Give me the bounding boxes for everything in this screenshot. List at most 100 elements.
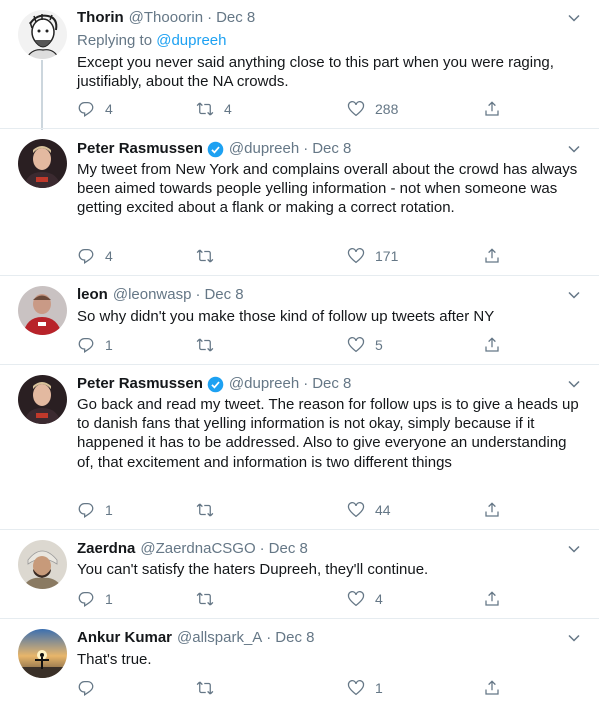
- user-handle[interactable]: @dupreeh: [229, 374, 299, 394]
- display-name[interactable]: Peter Rasmussen: [77, 374, 203, 394]
- avatar[interactable]: [18, 540, 67, 589]
- like-button[interactable]: 5: [347, 334, 383, 356]
- retweet-icon: [196, 503, 214, 517]
- retweet-button[interactable]: [196, 245, 224, 267]
- tweet-date[interactable]: Dec 8: [204, 285, 243, 305]
- replying-to: Replying to @dupreeh: [77, 31, 227, 51]
- thread-line: [41, 60, 43, 130]
- replying-to-mention[interactable]: @dupreeh: [156, 32, 226, 49]
- tweet-date[interactable]: Dec 8: [216, 8, 255, 28]
- tweet-actions: 1 44: [77, 499, 517, 521]
- display-name[interactable]: Ankur Kumar: [77, 628, 172, 648]
- reply-button[interactable]: 1: [77, 588, 113, 610]
- reply-button[interactable]: 4: [77, 98, 113, 120]
- heart-icon: [347, 248, 365, 264]
- tweet-text: So why didn't you make those kind of fol…: [77, 308, 495, 325]
- user-handle[interactable]: @dupreeh: [229, 139, 299, 159]
- tweet-text: Go back and read my tweet. The reason fo…: [77, 396, 579, 471]
- share-button[interactable]: [483, 334, 501, 356]
- chevron-down-icon[interactable]: [567, 11, 581, 25]
- chevron-down-icon[interactable]: [567, 142, 581, 156]
- verified-badge-icon: [207, 376, 224, 393]
- like-button[interactable]: 171: [347, 245, 398, 267]
- retweet-icon: [196, 249, 214, 263]
- tweet-actions: 4 4 288: [77, 98, 517, 120]
- like-count: 44: [375, 502, 391, 518]
- reply-icon: [78, 337, 94, 353]
- share-button[interactable]: [483, 677, 501, 699]
- like-button[interactable]: 44: [347, 499, 391, 521]
- display-name[interactable]: Thorin: [77, 8, 124, 28]
- like-button[interactable]: 1: [347, 677, 383, 699]
- chevron-down-icon[interactable]: [567, 631, 581, 645]
- reply-icon: [78, 248, 94, 264]
- chevron-down-icon[interactable]: [567, 542, 581, 556]
- display-name[interactable]: Zaerdna: [77, 539, 135, 559]
- tweet-text: My tweet from New York and complains ove…: [77, 161, 578, 217]
- like-button[interactable]: 4: [347, 588, 383, 610]
- retweet-button[interactable]: [196, 499, 224, 521]
- share-button[interactable]: [483, 245, 501, 267]
- reply-count: 1: [105, 502, 113, 518]
- tweet-header: Zaerdna @ZaerdnaCSGO · Dec 8: [77, 539, 308, 559]
- tweet-text: You can't satisfy the haters Dupreeh, th…: [77, 561, 429, 578]
- user-handle[interactable]: @leonwasp: [113, 285, 192, 305]
- tweet[interactable]: Thorin @Thooorin · Dec 8 Replying to @du…: [0, 0, 599, 130]
- tweet[interactable]: leon @leonwasp · Dec 8 So why didn't you…: [0, 276, 599, 365]
- reply-count: 1: [105, 337, 113, 353]
- share-button[interactable]: [483, 98, 501, 120]
- separator-dot: ·: [303, 140, 309, 157]
- tweet-actions: 4 171: [77, 245, 517, 267]
- retweet-button[interactable]: 4: [196, 98, 232, 120]
- reply-button[interactable]: 1: [77, 499, 113, 521]
- reply-icon: [78, 101, 94, 117]
- tweet[interactable]: Peter Rasmussen @dupreeh · Dec 8 Go back…: [0, 365, 599, 530]
- like-count: 4: [375, 591, 383, 607]
- heart-icon: [347, 337, 365, 353]
- tweet[interactable]: Peter Rasmussen @dupreeh · Dec 8 My twee…: [0, 129, 599, 276]
- avatar[interactable]: [18, 629, 67, 678]
- reply-icon: [78, 680, 94, 696]
- reply-button[interactable]: 4: [77, 245, 113, 267]
- tweet-header: Thorin @Thooorin · Dec 8: [77, 8, 255, 28]
- reply-button[interactable]: 1: [77, 334, 113, 356]
- tweet-text: That's true.: [77, 651, 152, 668]
- tweet-date[interactable]: Dec 8: [269, 539, 308, 559]
- tweet[interactable]: Zaerdna @ZaerdnaCSGO · Dec 8 You can't s…: [0, 530, 599, 619]
- avatar[interactable]: [18, 286, 67, 335]
- retweet-count: 4: [224, 101, 232, 117]
- user-handle[interactable]: @ZaerdnaCSGO: [140, 539, 255, 559]
- display-name[interactable]: leon: [77, 285, 108, 305]
- tweet[interactable]: Ankur Kumar @allspark_A · Dec 8 That's t…: [0, 619, 599, 707]
- like-count: 288: [375, 101, 399, 117]
- like-count: 171: [375, 248, 399, 264]
- tweet-date[interactable]: Dec 8: [312, 139, 351, 159]
- reply-count: 4: [105, 248, 113, 264]
- chevron-down-icon[interactable]: [567, 377, 581, 391]
- share-button[interactable]: [483, 588, 501, 610]
- chevron-down-icon[interactable]: [567, 288, 581, 302]
- retweet-button[interactable]: [196, 334, 224, 356]
- retweet-button[interactable]: [196, 588, 224, 610]
- heart-icon: [347, 591, 365, 607]
- share-button[interactable]: [483, 499, 501, 521]
- like-button[interactable]: 288: [347, 98, 398, 120]
- user-handle[interactable]: @allspark_A: [177, 628, 262, 648]
- reply-count: 1: [105, 591, 113, 607]
- user-handle[interactable]: @Thooorin: [129, 8, 203, 28]
- avatar[interactable]: [18, 139, 67, 188]
- tweet-header: Peter Rasmussen @dupreeh · Dec 8: [77, 374, 351, 394]
- reply-button[interactable]: [77, 677, 105, 699]
- avatar[interactable]: [18, 375, 67, 424]
- retweet-icon: [196, 592, 214, 606]
- tweet-date[interactable]: Dec 8: [275, 628, 314, 648]
- display-name[interactable]: Peter Rasmussen: [77, 139, 203, 159]
- tweet-date[interactable]: Dec 8: [312, 374, 351, 394]
- tweet-actions: 1: [77, 677, 517, 699]
- retweet-icon: [196, 102, 214, 116]
- tweet-text: Except you never said anything close to …: [77, 54, 554, 91]
- heart-icon: [347, 502, 365, 518]
- retweet-button[interactable]: [196, 677, 224, 699]
- heart-icon: [347, 101, 365, 117]
- avatar[interactable]: [18, 10, 67, 59]
